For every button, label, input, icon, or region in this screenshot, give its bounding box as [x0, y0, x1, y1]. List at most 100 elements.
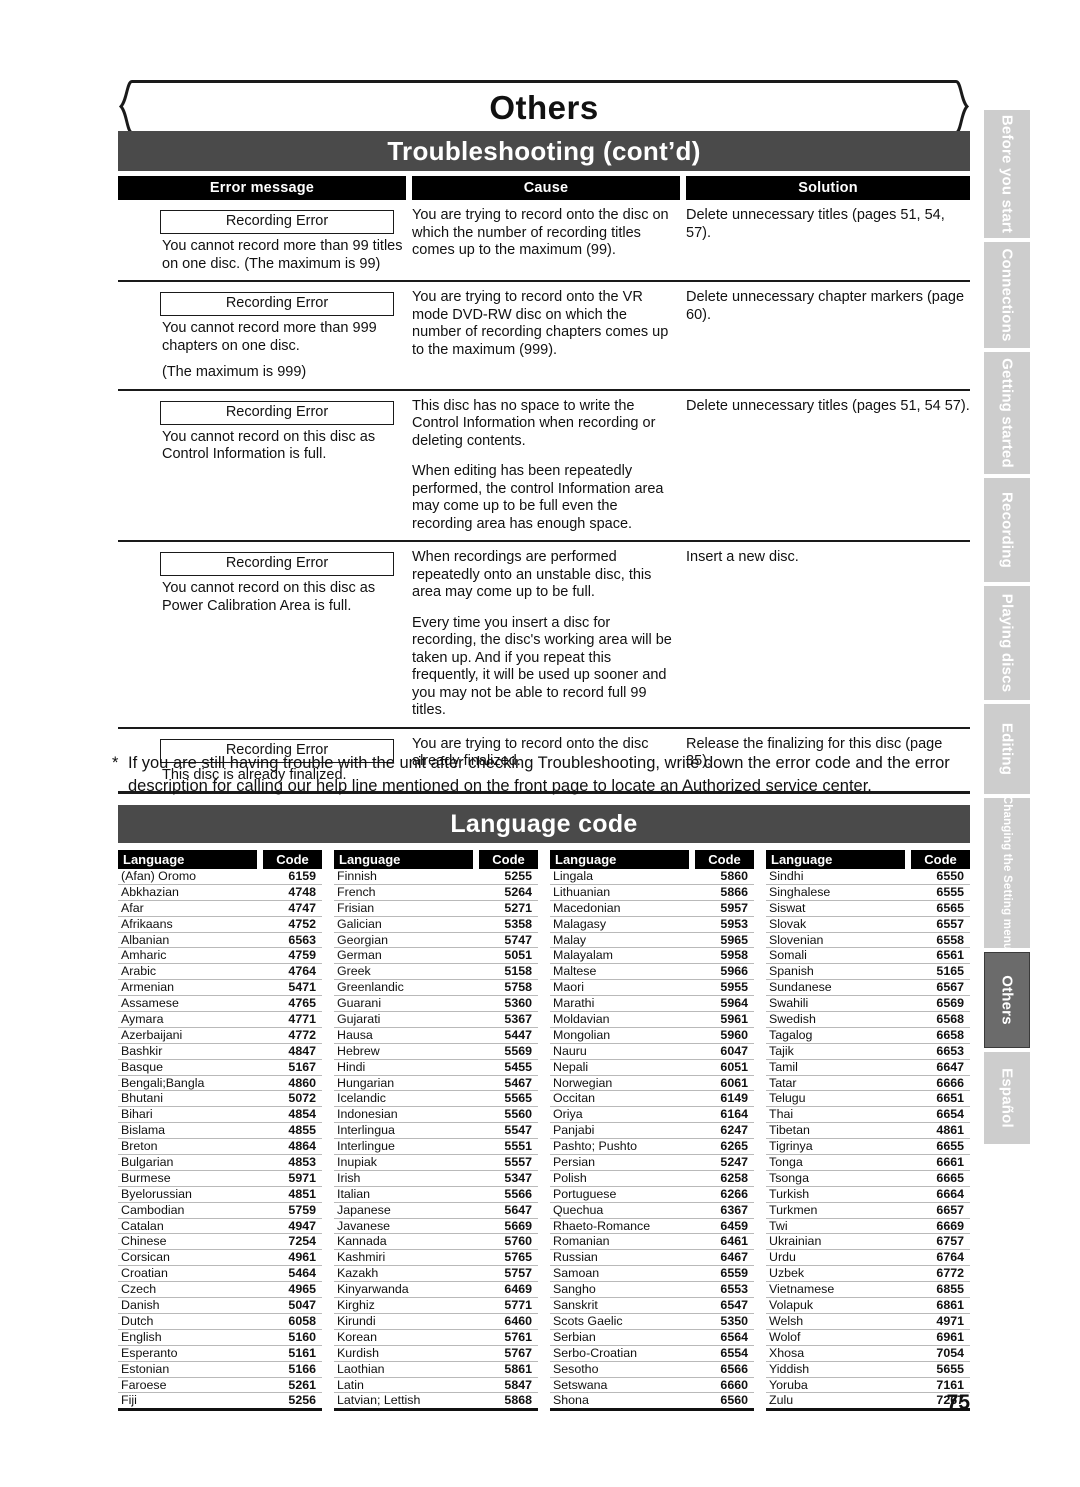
language-code-value: 5464	[288, 1266, 316, 1281]
language-code-row: Twi 6669	[766, 1219, 970, 1235]
language-code-value: 6058	[288, 1313, 316, 1328]
language-code-row: Spanish 5165	[766, 964, 970, 981]
language-name: Panjabi	[553, 1123, 595, 1138]
language-code-row: Croatian 5464	[118, 1266, 322, 1283]
language-code-row: Somali 6561	[766, 948, 970, 965]
language-code-value: 6469	[504, 1282, 532, 1297]
language-code-value: 5072	[288, 1091, 316, 1106]
language-name: Moldavian	[553, 1012, 610, 1027]
side-tab-others[interactable]: Others	[984, 952, 1030, 1048]
language-code-row: Bengali;Bangla 4860	[118, 1076, 322, 1092]
side-tab-label: Changing the Setting menu	[1001, 798, 1013, 948]
language-code-row: Breton 4864	[118, 1139, 322, 1156]
language-name: Faroese	[121, 1377, 167, 1392]
language-code-value: 6553	[720, 1282, 748, 1297]
language-code-value: 6555	[936, 884, 964, 899]
language-name: Bengali;Bangla	[121, 1075, 205, 1090]
language-code-row: Hungarian 5467	[334, 1076, 538, 1092]
language-code-value: 6664	[936, 1186, 964, 1201]
language-code-row: Frisian 5271	[334, 901, 538, 917]
language-code-row: Serbo-Croatian 6554	[550, 1346, 754, 1362]
language-code-value: 6567	[936, 980, 964, 995]
language-code-row: Panjabi 6247	[550, 1123, 754, 1140]
language-code-value: 5551	[504, 1139, 532, 1154]
language-code-row: Maori 5955	[550, 980, 754, 997]
language-name: Welsh	[769, 1313, 804, 1328]
language-code-value: 6651	[936, 1091, 964, 1106]
language-code-value: 6654	[936, 1107, 964, 1122]
language-code-row: Abkhazian 4748	[118, 885, 322, 901]
troubleshooting-row: Recording Error You cannot record on this…	[118, 391, 970, 542]
language-code-value: 5866	[720, 884, 748, 899]
side-tab-getting-started[interactable]: Getting started	[984, 352, 1030, 474]
language-code-row: Tsonga 6665	[766, 1171, 970, 1187]
cause-paragraph: When recordings are performed repeatedly…	[412, 549, 652, 600]
cause-paragraph: You are trying to record onto the disc o…	[412, 207, 669, 258]
language-name: Tsonga	[769, 1170, 809, 1185]
language-code-value: 4752	[288, 916, 316, 931]
language-code-row: Azerbaijani 4772	[118, 1028, 322, 1044]
language-code-row: Yiddish 5655	[766, 1362, 970, 1378]
language-code-value: 6757	[936, 1234, 964, 1249]
language-name: Italian	[337, 1186, 371, 1201]
side-tab-before-you-start[interactable]: Before you start	[984, 110, 1030, 238]
language-code-row: Scots Gaelic 5350	[550, 1314, 754, 1330]
language-code-value: 6367	[720, 1202, 748, 1217]
language-name: Bihari	[121, 1107, 153, 1122]
side-tab-recording[interactable]: Recording	[984, 478, 1030, 582]
language-name: Xhosa	[769, 1345, 805, 1360]
language-name: Corsican	[121, 1250, 170, 1265]
language-name: Frisian	[337, 900, 375, 915]
side-tab-changing-the-setting-menu[interactable]: Changing the Setting menu	[984, 798, 1030, 948]
language-code-column: Language Code Lingala 5860 Lithuanian 5866 Mac…	[550, 850, 754, 1412]
language-code-row: Hindi 5455	[334, 1060, 538, 1076]
language-code-row: Xhosa 7054	[766, 1346, 970, 1362]
language-code-value: 5347	[504, 1170, 532, 1185]
language-code-value: 5261	[288, 1377, 316, 1392]
language-code-row: Kurdish 5767	[334, 1346, 538, 1362]
language-code-row: Dutch 6058	[118, 1314, 322, 1330]
language-code-value: 5971	[288, 1170, 316, 1185]
language-name: Irish	[337, 1170, 361, 1185]
language-code-row: Pashto; Pushto 6265	[550, 1139, 754, 1156]
language-code-row: Basque 5167	[118, 1060, 322, 1076]
language-code-row: Uzbek 6772	[766, 1266, 970, 1283]
language-name: Armenian	[121, 980, 175, 995]
language-name: Bashkir	[121, 1043, 163, 1058]
language-code-value: 6149	[720, 1091, 748, 1106]
language-code-row: Russian 6467	[550, 1250, 754, 1267]
language-code-value: 6669	[936, 1218, 964, 1233]
side-tab-espa-ol[interactable]: Español	[984, 1052, 1030, 1144]
language-code-value: 5960	[720, 1027, 748, 1042]
side-tab-label: Playing discs	[998, 593, 1016, 693]
language-name: Mongolian	[553, 1027, 611, 1042]
language-code-value: 7054	[936, 1345, 964, 1360]
language-code-value: 6565	[936, 900, 964, 915]
language-code-row: Tagalog 6658	[766, 1028, 970, 1044]
error-message-cell: Recording Error You cannot record on this…	[118, 398, 412, 534]
side-tab-editing[interactable]: Editing	[984, 704, 1030, 794]
language-code-row: Malay 5965	[550, 933, 754, 949]
language-code-row: Guarani 5360	[334, 996, 538, 1013]
side-tab-label: Getting started	[998, 358, 1016, 468]
cause-cell: You are trying to record onto the VR mod…	[412, 289, 686, 382]
language-name: Icelandic	[337, 1091, 386, 1106]
language-code-value: 5767	[504, 1345, 532, 1360]
chapter-title: Others	[489, 89, 599, 126]
language-code-value: 6557	[936, 916, 964, 931]
language-code-value: 6258	[720, 1170, 748, 1185]
language-code-row: Irish 5347	[334, 1171, 538, 1187]
language-name: Tigrinya	[769, 1139, 813, 1154]
language-code-row: Shona 6560	[550, 1393, 754, 1408]
language-name: Norwegian	[553, 1075, 613, 1090]
error-description-paragraph: You cannot record more than 99 titles on…	[162, 238, 403, 272]
language-code-row: Ukrainian 6757	[766, 1234, 970, 1251]
language-code-value: 5771	[504, 1298, 532, 1313]
language-code-row: Czech 4965	[118, 1282, 322, 1299]
side-tab-connections[interactable]: Connections	[984, 242, 1030, 348]
side-tab-playing-discs[interactable]: Playing discs	[984, 586, 1030, 700]
language-code-row: Gujarati 5367	[334, 1012, 538, 1028]
language-name: Hindi	[337, 1059, 366, 1074]
language-code-row: Afar 4747	[118, 901, 322, 917]
language-code-row: German 5051	[334, 948, 538, 965]
